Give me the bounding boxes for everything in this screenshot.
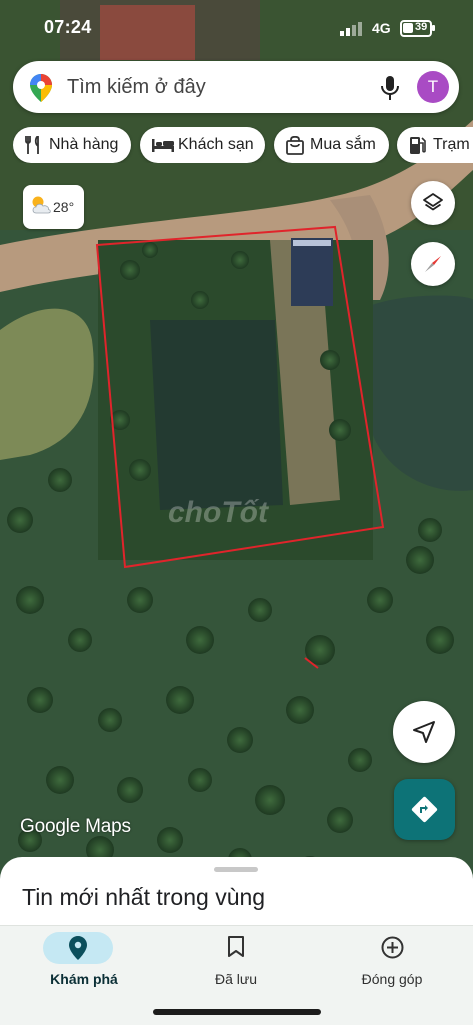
chip-gas-station[interactable]: Trạm bbox=[397, 127, 473, 163]
google-maps-pin-icon bbox=[30, 74, 52, 102]
status-bar: 07:24 4G 39 bbox=[0, 0, 473, 58]
chotot-watermark: choTốt bbox=[168, 496, 268, 529]
search-bar[interactable]: Tìm kiếm ở đây T bbox=[13, 61, 459, 113]
bookmark-icon bbox=[228, 936, 244, 957]
category-chips: Nhà hàng Khách sạn Mua sắm Trạm bbox=[13, 127, 473, 163]
chip-label: Khách sạn bbox=[178, 136, 254, 153]
chip-label: Mua sắm bbox=[310, 136, 376, 153]
microphone-icon[interactable] bbox=[380, 75, 400, 101]
chip-label: Trạm bbox=[433, 136, 470, 153]
weather-badge[interactable]: 28° bbox=[23, 185, 84, 229]
navigation-arrow-icon bbox=[413, 721, 435, 743]
chip-label: Nhà hàng bbox=[49, 136, 119, 153]
directions-button[interactable] bbox=[394, 779, 455, 840]
chip-hotels[interactable]: Khách sạn bbox=[140, 127, 265, 163]
explore-pin-icon bbox=[69, 936, 87, 960]
layers-icon bbox=[423, 193, 443, 211]
status-time: 07:24 bbox=[44, 17, 92, 37]
partly-cloudy-icon bbox=[32, 196, 51, 214]
nav-contribute[interactable]: Đóng góp bbox=[322, 926, 462, 1006]
chip-restaurants[interactable]: Nhà hàng bbox=[13, 127, 131, 163]
google-maps-attribution: Google Maps bbox=[20, 816, 131, 837]
directions-icon bbox=[411, 796, 438, 823]
signal-icon bbox=[340, 22, 362, 36]
home-indicator[interactable] bbox=[153, 1009, 321, 1015]
add-circle-icon bbox=[381, 936, 404, 959]
compass-icon bbox=[425, 256, 441, 272]
layers-button[interactable] bbox=[411, 181, 455, 225]
nav-label: Khám phá bbox=[50, 971, 118, 987]
battery-icon: 39 bbox=[400, 20, 435, 37]
bed-icon bbox=[152, 139, 174, 152]
shopping-bag-icon bbox=[286, 136, 304, 155]
nav-saved[interactable]: Đã lưu bbox=[166, 926, 306, 1006]
avatar[interactable]: T bbox=[417, 71, 449, 103]
compass-button[interactable] bbox=[411, 242, 455, 286]
search-input[interactable]: Tìm kiếm ở đây bbox=[67, 76, 206, 99]
network-type: 4G bbox=[372, 20, 391, 36]
nav-explore[interactable]: Khám phá bbox=[14, 926, 154, 1006]
weather-temperature: 28° bbox=[53, 199, 75, 215]
my-location-button[interactable] bbox=[393, 701, 455, 763]
sheet-drag-handle[interactable] bbox=[214, 867, 258, 872]
nav-label: Đóng góp bbox=[361, 971, 423, 987]
battery-level: 39 bbox=[415, 21, 428, 33]
chip-shopping[interactable]: Mua sắm bbox=[274, 127, 389, 163]
nav-label: Đã lưu bbox=[214, 971, 258, 987]
fork-knife-icon bbox=[25, 136, 39, 154]
gas-station-icon bbox=[410, 137, 426, 154]
sheet-title: Tin mới nhất trong vùng bbox=[22, 884, 266, 910]
